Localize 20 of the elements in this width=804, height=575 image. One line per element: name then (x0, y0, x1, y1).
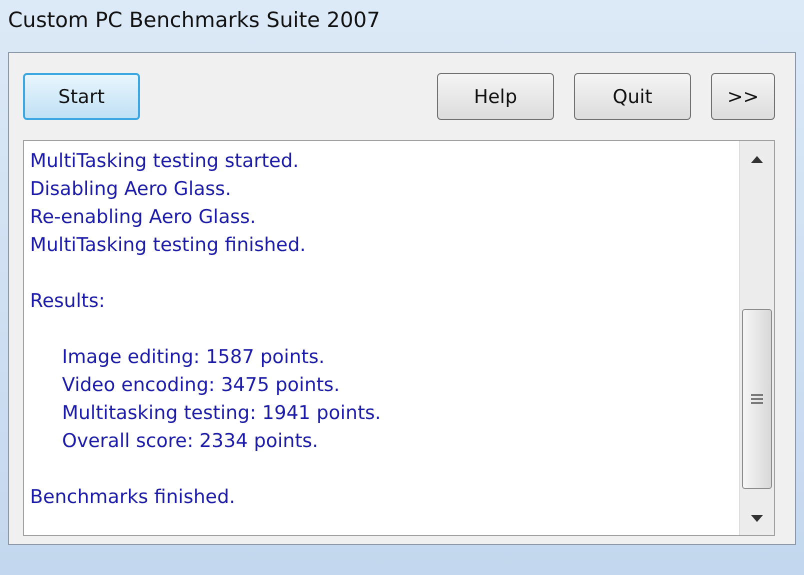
log-line: Results: (30, 289, 106, 314)
grip-icon (750, 394, 764, 404)
action-button[interactable]: Quit (574, 73, 691, 120)
scroll-up-icon[interactable] (750, 155, 764, 163)
log-line: MultiTasking testing finished. (30, 233, 307, 258)
more-button[interactable]: >> (711, 73, 775, 120)
log-line: Overall score: 2334 points. (62, 429, 320, 454)
scrollbar[interactable] (739, 141, 774, 535)
log-line: Image editing: 1587 points. (62, 345, 326, 370)
log-line: Video encoding: 3475 points. (62, 373, 341, 398)
window-title: Custom PC Benchmarks Suite 2007 (7, 7, 382, 34)
action-button[interactable]: Start (23, 73, 140, 120)
log-line: Benchmarks finished. (30, 485, 236, 510)
log-line: Disabling Aero Glass. (30, 177, 232, 202)
scroll-down-icon[interactable] (750, 515, 764, 523)
log-line: MultiTasking testing started. (30, 149, 300, 174)
log-line: Multitasking testing: 1941 points. (62, 401, 382, 426)
action-button[interactable]: Help (437, 73, 554, 120)
log-line: Re-enabling Aero Glass. (30, 205, 257, 230)
scroll-thumb[interactable] (742, 309, 772, 489)
